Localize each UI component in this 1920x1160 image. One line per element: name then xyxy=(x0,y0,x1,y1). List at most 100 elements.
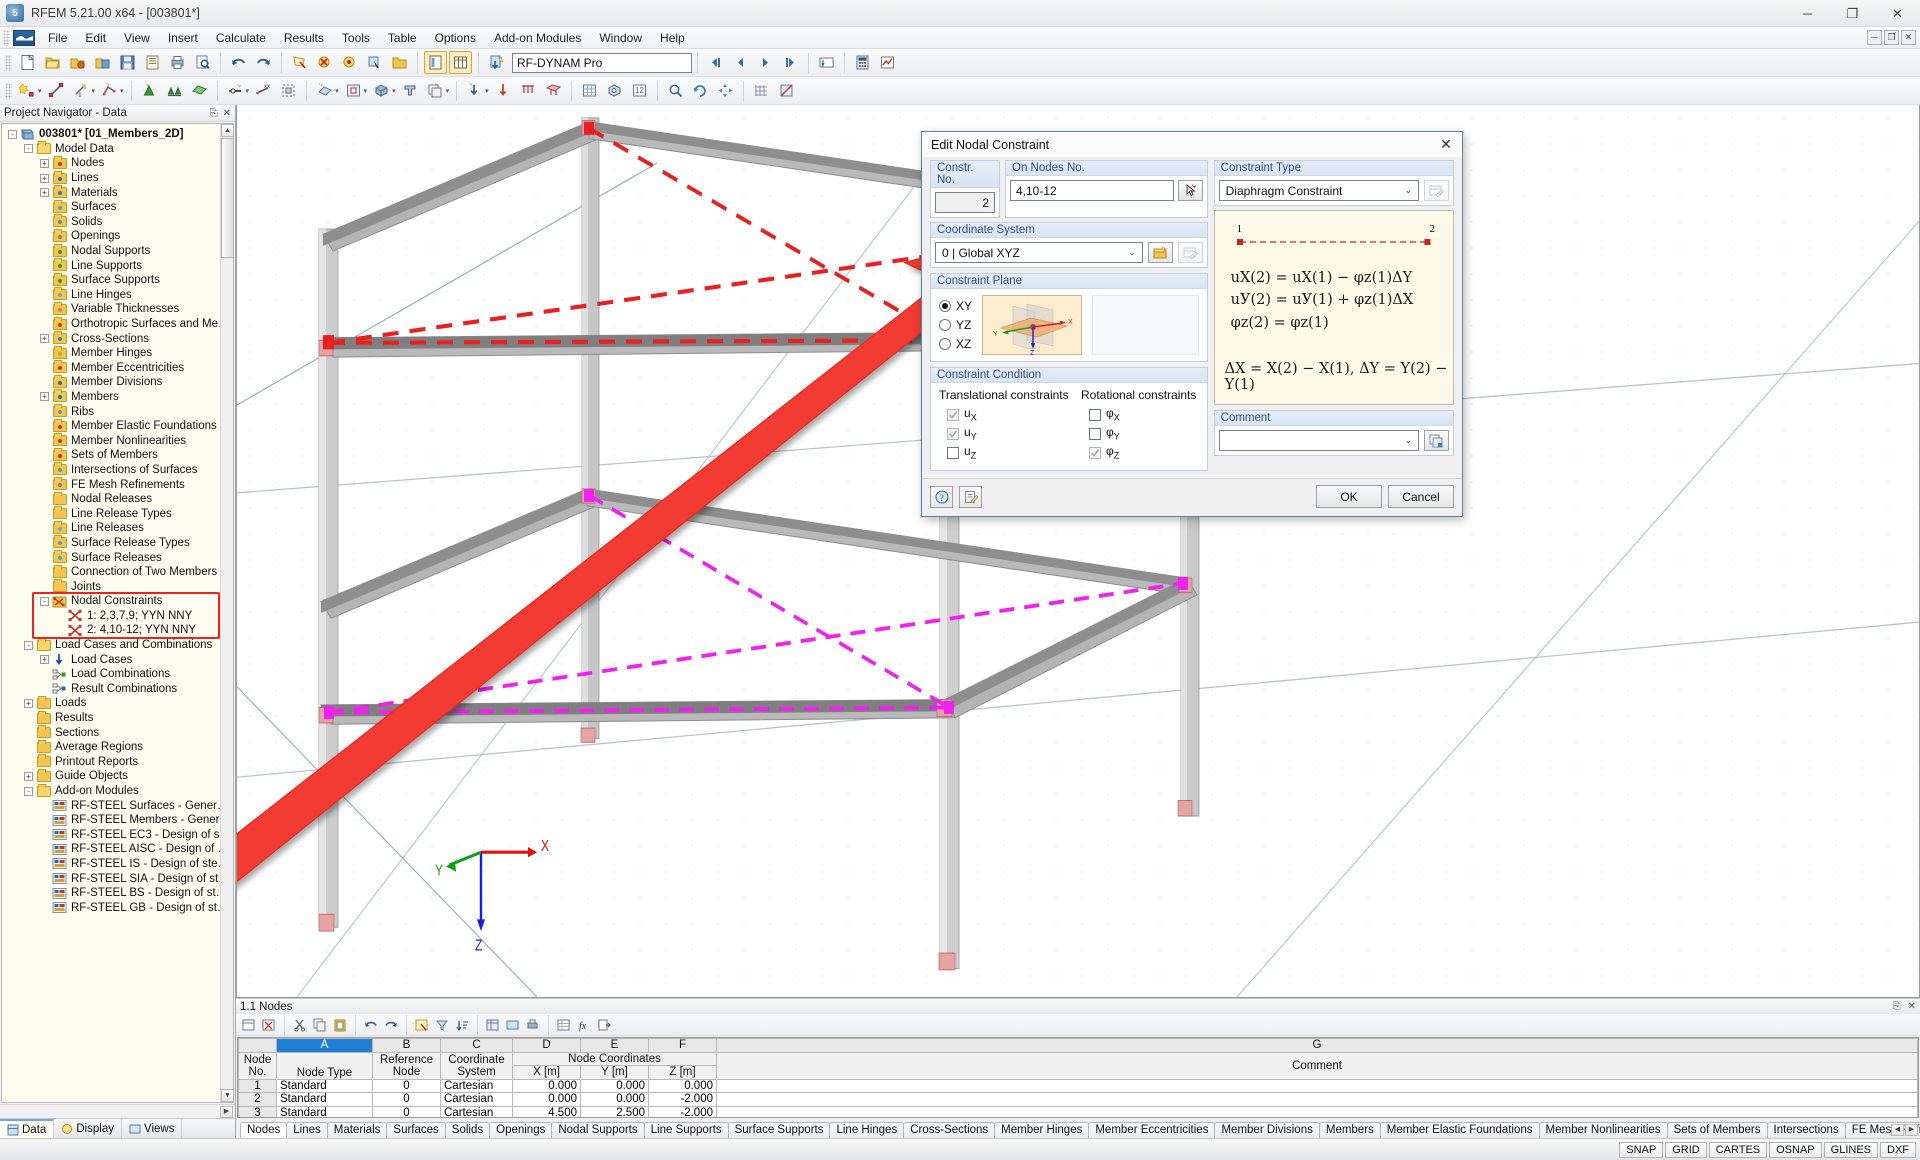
table-tab-member-divisions[interactable]: Member Divisions xyxy=(1214,1122,1320,1138)
line-support-icon[interactable] xyxy=(163,79,186,102)
cell-node-no[interactable]: 3 xyxy=(238,1105,277,1117)
close-button[interactable]: ✕ xyxy=(1875,0,1920,27)
insert-node-caret-icon[interactable]: ▾ xyxy=(38,87,42,95)
tree-item[interactable]: Intersections of Surfaces xyxy=(2,462,233,478)
copy-model-icon[interactable] xyxy=(424,79,447,102)
tree-item[interactable]: Line Supports xyxy=(2,258,233,273)
cell-y[interactable]: 0.000 xyxy=(580,1092,649,1107)
addon-module-run-icon[interactable] xyxy=(485,51,508,74)
opening-icon[interactable] xyxy=(342,79,365,102)
tree-item[interactable]: Results xyxy=(2,710,233,726)
comment-library-icon[interactable] xyxy=(1424,430,1449,451)
cell-coordinate-system[interactable]: Cartesian xyxy=(440,1105,513,1117)
table-redo-icon[interactable] xyxy=(382,1016,400,1034)
tree-item[interactable]: Load Combinations xyxy=(2,667,233,682)
menu-view[interactable]: View xyxy=(115,29,159,47)
expand-icon[interactable]: + xyxy=(40,655,49,665)
tree-item[interactable]: FE Mesh Refinements xyxy=(2,477,233,492)
table-tab-intersections[interactable]: Intersections xyxy=(1766,1122,1846,1138)
table-filter-icon[interactable] xyxy=(433,1016,451,1034)
on-nodes-input[interactable]: 4,10-12 xyxy=(1010,180,1174,201)
member-hinge-caret-icon[interactable]: ▾ xyxy=(246,87,250,95)
menu-results[interactable]: Results xyxy=(275,29,333,47)
tree-scroll-up-icon[interactable]: ▲ xyxy=(221,124,233,137)
cell-comment[interactable] xyxy=(716,1105,1918,1117)
expand-icon[interactable]: + xyxy=(40,173,49,183)
open-file-icon[interactable] xyxy=(41,51,64,74)
rotational-constraint-z[interactable]: φZ xyxy=(1089,443,1199,462)
rotational-constraint-y[interactable]: φY xyxy=(1089,424,1199,443)
load-case-combo-icon[interactable] xyxy=(815,51,838,74)
calculate-icon[interactable] xyxy=(851,51,874,74)
surface-caret-icon[interactable]: ▾ xyxy=(335,87,339,95)
table-select-mode-icon[interactable] xyxy=(413,1016,431,1034)
solid-caret-icon[interactable]: ▾ xyxy=(392,87,396,95)
cell-node-type[interactable]: Standard xyxy=(276,1092,373,1107)
table-new-row-icon[interactable] xyxy=(240,1016,258,1034)
tree-item[interactable]: Member Hinges xyxy=(2,345,233,361)
expand-icon[interactable]: + xyxy=(40,334,49,344)
tree-item[interactable]: Sections xyxy=(2,725,233,740)
tree-item[interactable]: Ribs xyxy=(2,404,233,419)
tree-item[interactable]: RF-STEEL Surfaces - General stress xyxy=(2,798,233,813)
constraint-plane-option-xz[interactable]: XZ xyxy=(939,335,972,354)
surface-icon[interactable] xyxy=(313,79,336,102)
tree-item[interactable]: Average Regions xyxy=(2,739,233,755)
addon-module-combo[interactable]: RF-DYNAM Pro xyxy=(512,52,692,73)
tree-item[interactable]: + Lines xyxy=(2,170,233,186)
expand-icon[interactable]: + xyxy=(24,771,33,781)
table-tab-member-hinges[interactable]: Member Hinges xyxy=(994,1122,1090,1138)
deselect-icon[interactable] xyxy=(313,51,336,74)
collapse-icon[interactable]: - xyxy=(24,640,33,650)
opening-caret-icon[interactable]: ▾ xyxy=(364,87,368,95)
table-tab-member-eccentricities[interactable]: Member Eccentricities xyxy=(1088,1122,1216,1138)
table-copy-icon[interactable] xyxy=(311,1016,329,1034)
table-pin-icon[interactable]: ⎘ xyxy=(1893,1001,1901,1012)
menu-addon-modules[interactable]: Add-on Modules xyxy=(485,29,590,47)
minimize-button[interactable]: ─ xyxy=(1785,0,1830,27)
coordinate-system-select[interactable]: 0 | Global XYZ ⌄ xyxy=(935,242,1143,263)
insert-line-icon[interactable] xyxy=(45,79,68,102)
tree-item[interactable]: - Load Cases and Combinations xyxy=(2,637,233,653)
table-tab-members[interactable]: Members xyxy=(1318,1122,1381,1138)
nodal-support-icon[interactable] xyxy=(138,79,161,102)
open-model-icon[interactable] xyxy=(91,51,114,74)
tree-scroll-thumb[interactable] xyxy=(221,138,233,258)
pin-icon[interactable]: ⎘ xyxy=(210,108,218,119)
tree-item[interactable]: + Cross-Sections xyxy=(2,331,233,346)
tree-item[interactable]: Member Nonlinearities xyxy=(2,433,233,448)
cell-reference-node[interactable]: 0 xyxy=(372,1078,441,1093)
nav-next-icon[interactable] xyxy=(754,51,777,74)
table-export-icon[interactable] xyxy=(595,1016,613,1034)
menu-help[interactable]: Help xyxy=(651,29,694,47)
rotate-view-icon[interactable] xyxy=(689,79,712,102)
cancel-button[interactable]: Cancel xyxy=(1388,485,1454,508)
cell-y[interactable]: 2.500 xyxy=(580,1105,649,1117)
edit-constraint-type-icon[interactable] xyxy=(1424,180,1449,201)
tabs-scroll-left-icon[interactable]: ◀ xyxy=(1891,1124,1904,1136)
zoom-all-icon[interactable] xyxy=(664,79,687,102)
line-load-icon[interactable] xyxy=(517,79,540,102)
translational-constraint-z[interactable]: uZ xyxy=(947,443,1081,462)
table-tab-nodal-supports[interactable]: Nodal Supports xyxy=(551,1122,645,1138)
column-letter-c[interactable]: C xyxy=(440,1038,513,1053)
results-display-icon[interactable] xyxy=(876,51,899,74)
expand-icon[interactable]: + xyxy=(24,698,33,708)
tree-item[interactable]: + Load Cases xyxy=(2,652,233,667)
tree-item[interactable]: + Loads xyxy=(2,695,233,711)
rotational-constraint-x[interactable]: φX xyxy=(1089,405,1199,424)
menu-insert[interactable]: Insert xyxy=(159,29,207,47)
tree-item[interactable]: - 003801* [01_Members_2D] xyxy=(2,127,233,142)
tree-item[interactable]: Member Elastic Foundations xyxy=(2,418,233,434)
status-grid[interactable]: GRID xyxy=(1665,1141,1707,1158)
table-tab-materials[interactable]: Materials xyxy=(326,1122,388,1138)
column-letter-e[interactable]: E xyxy=(580,1038,649,1053)
table-sort-icon[interactable] xyxy=(453,1016,471,1034)
expand-icon[interactable]: + xyxy=(40,188,49,198)
status-cartes[interactable]: CARTES xyxy=(1708,1141,1768,1158)
tree-item[interactable]: Surface Releases xyxy=(2,550,233,565)
table-tab-line-supports[interactable]: Line Supports xyxy=(643,1122,729,1138)
translational-constraint-y[interactable]: uY xyxy=(947,424,1081,443)
cell-z[interactable]: 0.000 xyxy=(648,1078,717,1093)
tree-horizontal-scrollbar[interactable]: ▶ xyxy=(0,1104,235,1118)
